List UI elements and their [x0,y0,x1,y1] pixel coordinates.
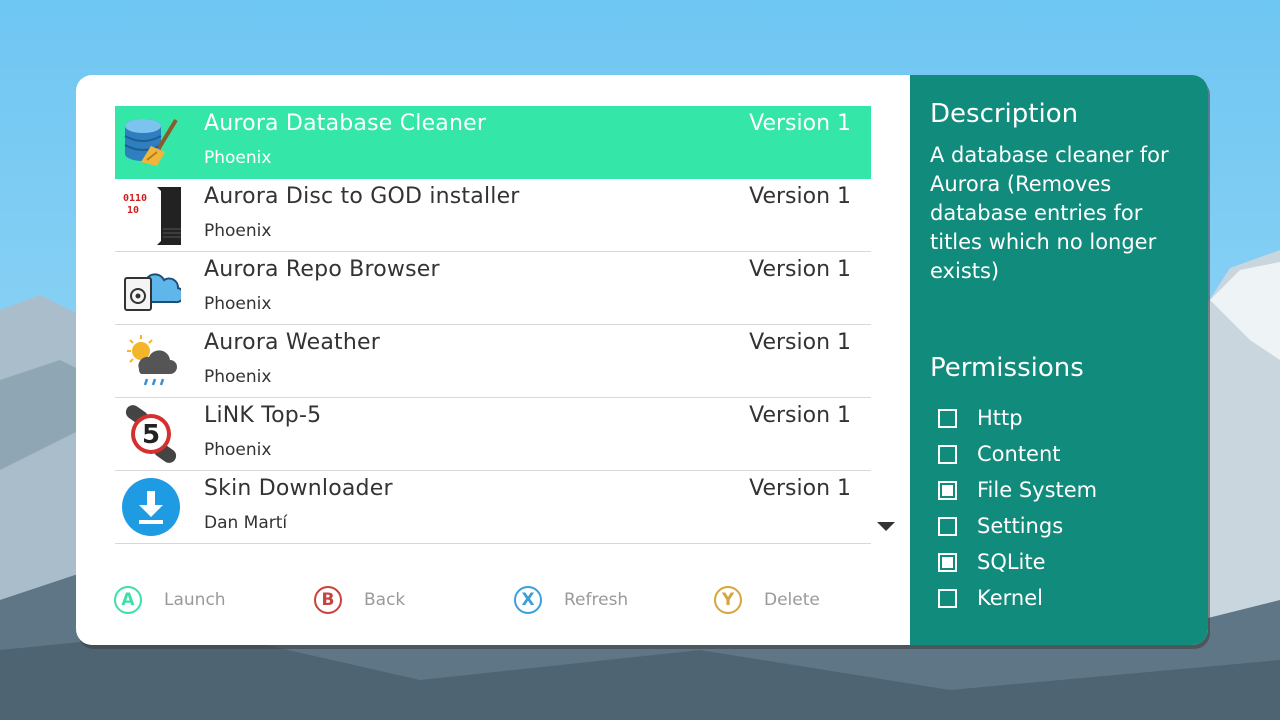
app-name: Aurora Database Cleaner [204,111,487,136]
app-version: Version 1 [749,111,851,136]
cloud-disc-icon [121,258,185,318]
app-list-item[interactable]: Aurora Repo Browser Phoenix Version 1 [115,252,871,325]
app-list-item[interactable]: 0110 10 Aurora Disc to GOD installer Phoeni… [115,179,871,252]
app-author: Phoenix [204,440,272,460]
app-author: Phoenix [204,367,272,387]
app-name: Aurora Repo Browser [204,257,440,282]
app-name: LiNK Top-5 [204,403,322,428]
svg-text:5: 5 [142,420,160,450]
checked-box-icon [938,552,957,572]
permissions-heading: Permissions [930,353,1084,383]
app-author: Phoenix [204,221,272,241]
x-button-icon: X [514,586,542,614]
app-version: Version 1 [749,257,851,282]
details-panel: Description A database cleaner for Auror… [910,75,1208,645]
app-author: Dan Martí [204,513,288,533]
app-name: Aurora Weather [204,330,380,355]
unchecked-box-icon [938,516,957,536]
permission-http: Http [938,403,1023,433]
hint-back-button[interactable]: B Back [314,583,405,617]
app-list: Aurora Database Cleaner Phoenix Version 10… [115,106,871,544]
permission-label: SQLite [977,550,1046,574]
app-version: Version 1 [749,476,851,501]
app-version: Version 1 [749,403,851,428]
app-list-item[interactable]: 5 LiNK Top-5 Phoenix Version 1 [115,398,871,471]
database-broom-icon [121,112,181,172]
a-button-icon: A [114,586,142,614]
hint-launch-button[interactable]: A Launch [114,583,226,617]
b-button-icon: B [314,586,342,614]
description-heading: Description [930,99,1079,129]
description-text: A database cleaner for Aurora (Removes d… [930,143,1169,283]
button-hints: A Launch B Back X Refresh Y Delete [114,583,874,617]
app-name: Skin Downloader [204,476,393,501]
app-list-item[interactable]: Skin Downloader Dan Martí Version 1 [115,471,871,544]
unchecked-box-icon [938,588,957,608]
hint-refresh-button[interactable]: X Refresh [514,583,628,617]
permission-settings: Settings [938,511,1063,541]
weather-icon [121,331,181,391]
hint-label: Back [364,590,406,610]
permission-kernel: Kernel [938,583,1043,613]
permission-file-system: File System [938,475,1097,505]
checked-box-icon [938,480,957,500]
link-top5-icon: 5 [121,404,181,464]
permission-label: Content [977,442,1061,466]
permission-label: Settings [977,514,1064,538]
permission-content: Content [938,439,1061,469]
hint-label: Refresh [564,590,629,610]
hint-delete-button[interactable]: Y Delete [714,583,820,617]
app-version: Version 1 [749,330,851,355]
y-button-icon: Y [714,586,742,614]
unchecked-box-icon [938,408,957,428]
app-name: Aurora Disc to GOD installer [204,184,520,209]
permission-sqlite: SQLite [938,547,1046,577]
scroll-down-icon[interactable] [877,522,895,531]
svg-text:0110: 0110 [123,193,147,204]
unchecked-box-icon [938,444,957,464]
app-list-item[interactable]: Aurora Database Cleaner Phoenix Version 1 [115,106,871,179]
app-manager-window: Aurora Database Cleaner Phoenix Version 10… [76,75,1208,645]
app-author: Phoenix [204,148,272,168]
console-binary-icon: 0110 10 [121,185,183,245]
download-icon [121,477,181,537]
hint-label: Delete [764,590,820,610]
permission-label: File System [977,478,1098,502]
svg-text:10: 10 [127,205,139,216]
app-version: Version 1 [749,184,851,209]
app-author: Phoenix [204,294,272,314]
app-list-item[interactable]: Aurora Weather Phoenix Version 1 [115,325,871,398]
hint-label: Launch [164,590,226,610]
permission-label: Kernel [977,586,1043,610]
permission-label: Http [977,406,1023,430]
